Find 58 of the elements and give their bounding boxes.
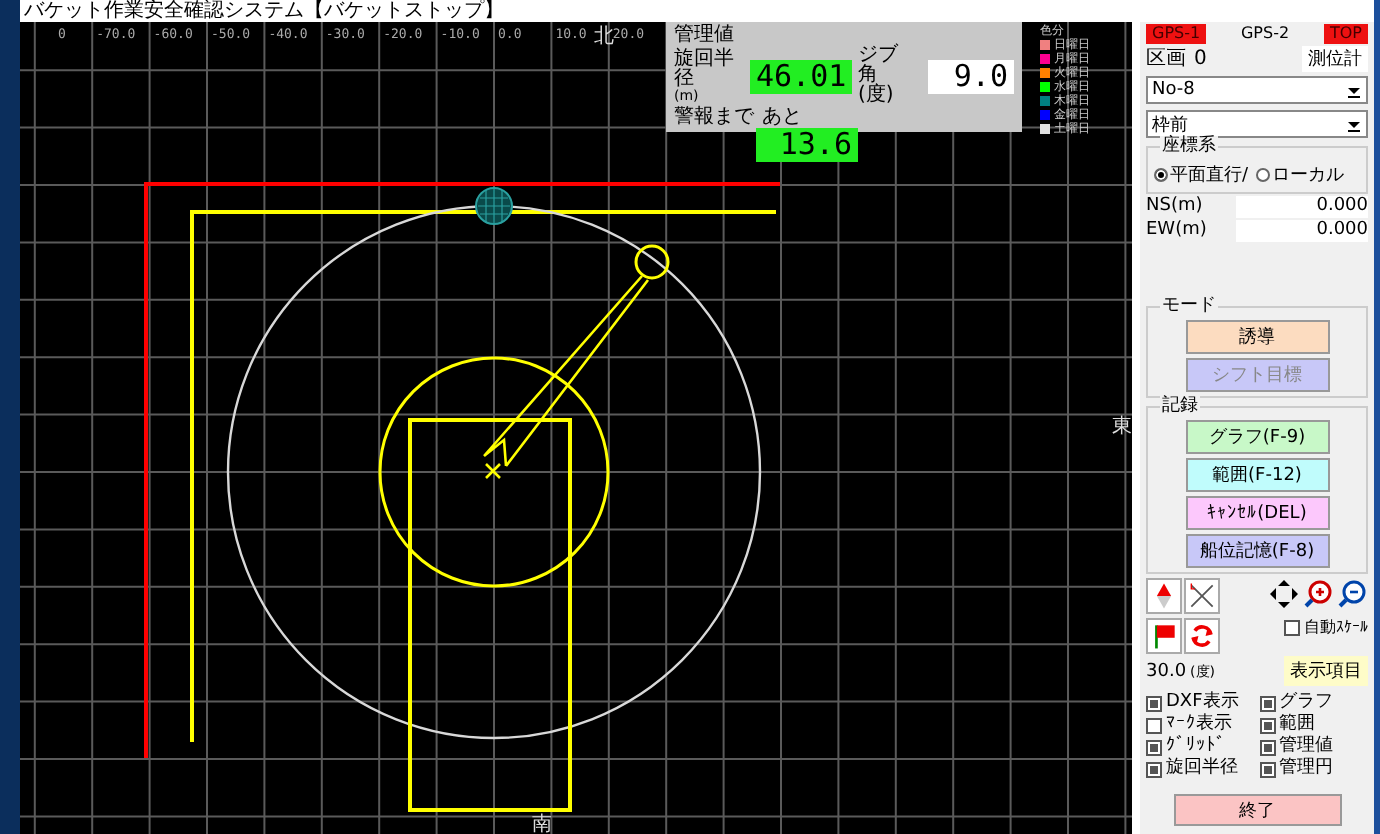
display-items-button[interactable]: 表示項目 [1284, 656, 1368, 686]
north-label: 北 [594, 26, 614, 48]
group-title: モード [1160, 296, 1218, 316]
alarm-label: 警報まで [674, 106, 754, 128]
mode-button[interactable]: 誘導 [1185, 320, 1329, 354]
flag-icon[interactable] [1146, 618, 1182, 654]
group-title: 管理値 [674, 26, 736, 46]
record-button[interactable]: グラフ(F-9) [1185, 420, 1329, 454]
record-button[interactable]: ｷｬﾝｾﾙ(DEL) [1185, 496, 1329, 530]
jib-angle-label: ジブ角 [858, 46, 900, 86]
display-checkbox[interactable]: DXF表示 [1146, 692, 1255, 714]
section-label: 区画 [1146, 46, 1186, 72]
ns-label: NS(m) [1146, 196, 1203, 218]
east-label: 東 [1112, 416, 1132, 438]
dropdown[interactable]: 枠前 [1146, 110, 1368, 138]
display-checkbox[interactable]: 管理円 [1259, 758, 1368, 780]
gps-status: TOP [1323, 24, 1368, 44]
remain-label: あと [762, 106, 802, 128]
cross-lines-icon[interactable] [1184, 578, 1220, 614]
radio-option[interactable]: 平面直行/ [1154, 162, 1249, 188]
south-label: 南 [532, 814, 552, 834]
angle-value: 30.0 [1146, 661, 1187, 681]
display-checkbox[interactable]: グラフ [1259, 692, 1368, 714]
radius-label: 旋回半径 [674, 49, 736, 89]
dropdown[interactable]: No-8 [1146, 76, 1368, 104]
radius-value: 46.01 [750, 59, 852, 93]
group-title: 記録 [1160, 396, 1200, 416]
ns-value: 0.000 [1236, 196, 1368, 218]
zoom-in-icon[interactable] [1302, 578, 1334, 610]
display-checkbox[interactable]: ｸﾞﾘｯﾄﾞ [1146, 736, 1255, 758]
auto-scale-checkbox[interactable]: 自動ｽｹｰﾙ [1284, 616, 1368, 638]
display-checkbox[interactable]: 旋回半径 [1146, 758, 1255, 780]
center-cross-icon [484, 462, 502, 480]
display-checkbox[interactable]: 管理値 [1259, 736, 1368, 758]
display-checkbox[interactable]: ﾏｰｸ表示 [1146, 714, 1255, 736]
gps-status: GPS-2 [1238, 24, 1292, 44]
section-value: 0 [1194, 47, 1209, 69]
radio-icon[interactable] [1154, 168, 1168, 182]
display-checkbox[interactable]: 範囲 [1259, 714, 1368, 736]
positioner-label: 測位計 [1302, 45, 1368, 71]
record-button[interactable]: 船位記憶(F-8) [1185, 534, 1329, 568]
move-icon[interactable] [1268, 578, 1300, 610]
gps-status: GPS-1 [1146, 24, 1207, 44]
ew-label: EW(m) [1146, 220, 1207, 242]
remaining-value: 13.6 [756, 128, 858, 162]
hatched-marker-icon [475, 187, 513, 225]
unit-label: (度) [858, 86, 896, 106]
rotate-icon[interactable] [1184, 618, 1220, 654]
compass-icon[interactable] [1146, 578, 1182, 614]
ew-value: 0.000 [1236, 220, 1368, 242]
radio-icon[interactable] [1256, 168, 1271, 182]
jib-angle-value: 9.0 [928, 59, 1014, 93]
group-title: 座標系 [1160, 136, 1218, 156]
record-button[interactable]: 範囲(F-12) [1185, 458, 1329, 492]
radio-option[interactable]: ローカル [1256, 162, 1345, 188]
zoom-out-icon[interactable] [1336, 578, 1368, 610]
bucket-circle [634, 244, 670, 280]
exit-button[interactable]: 終了 [1173, 794, 1341, 826]
